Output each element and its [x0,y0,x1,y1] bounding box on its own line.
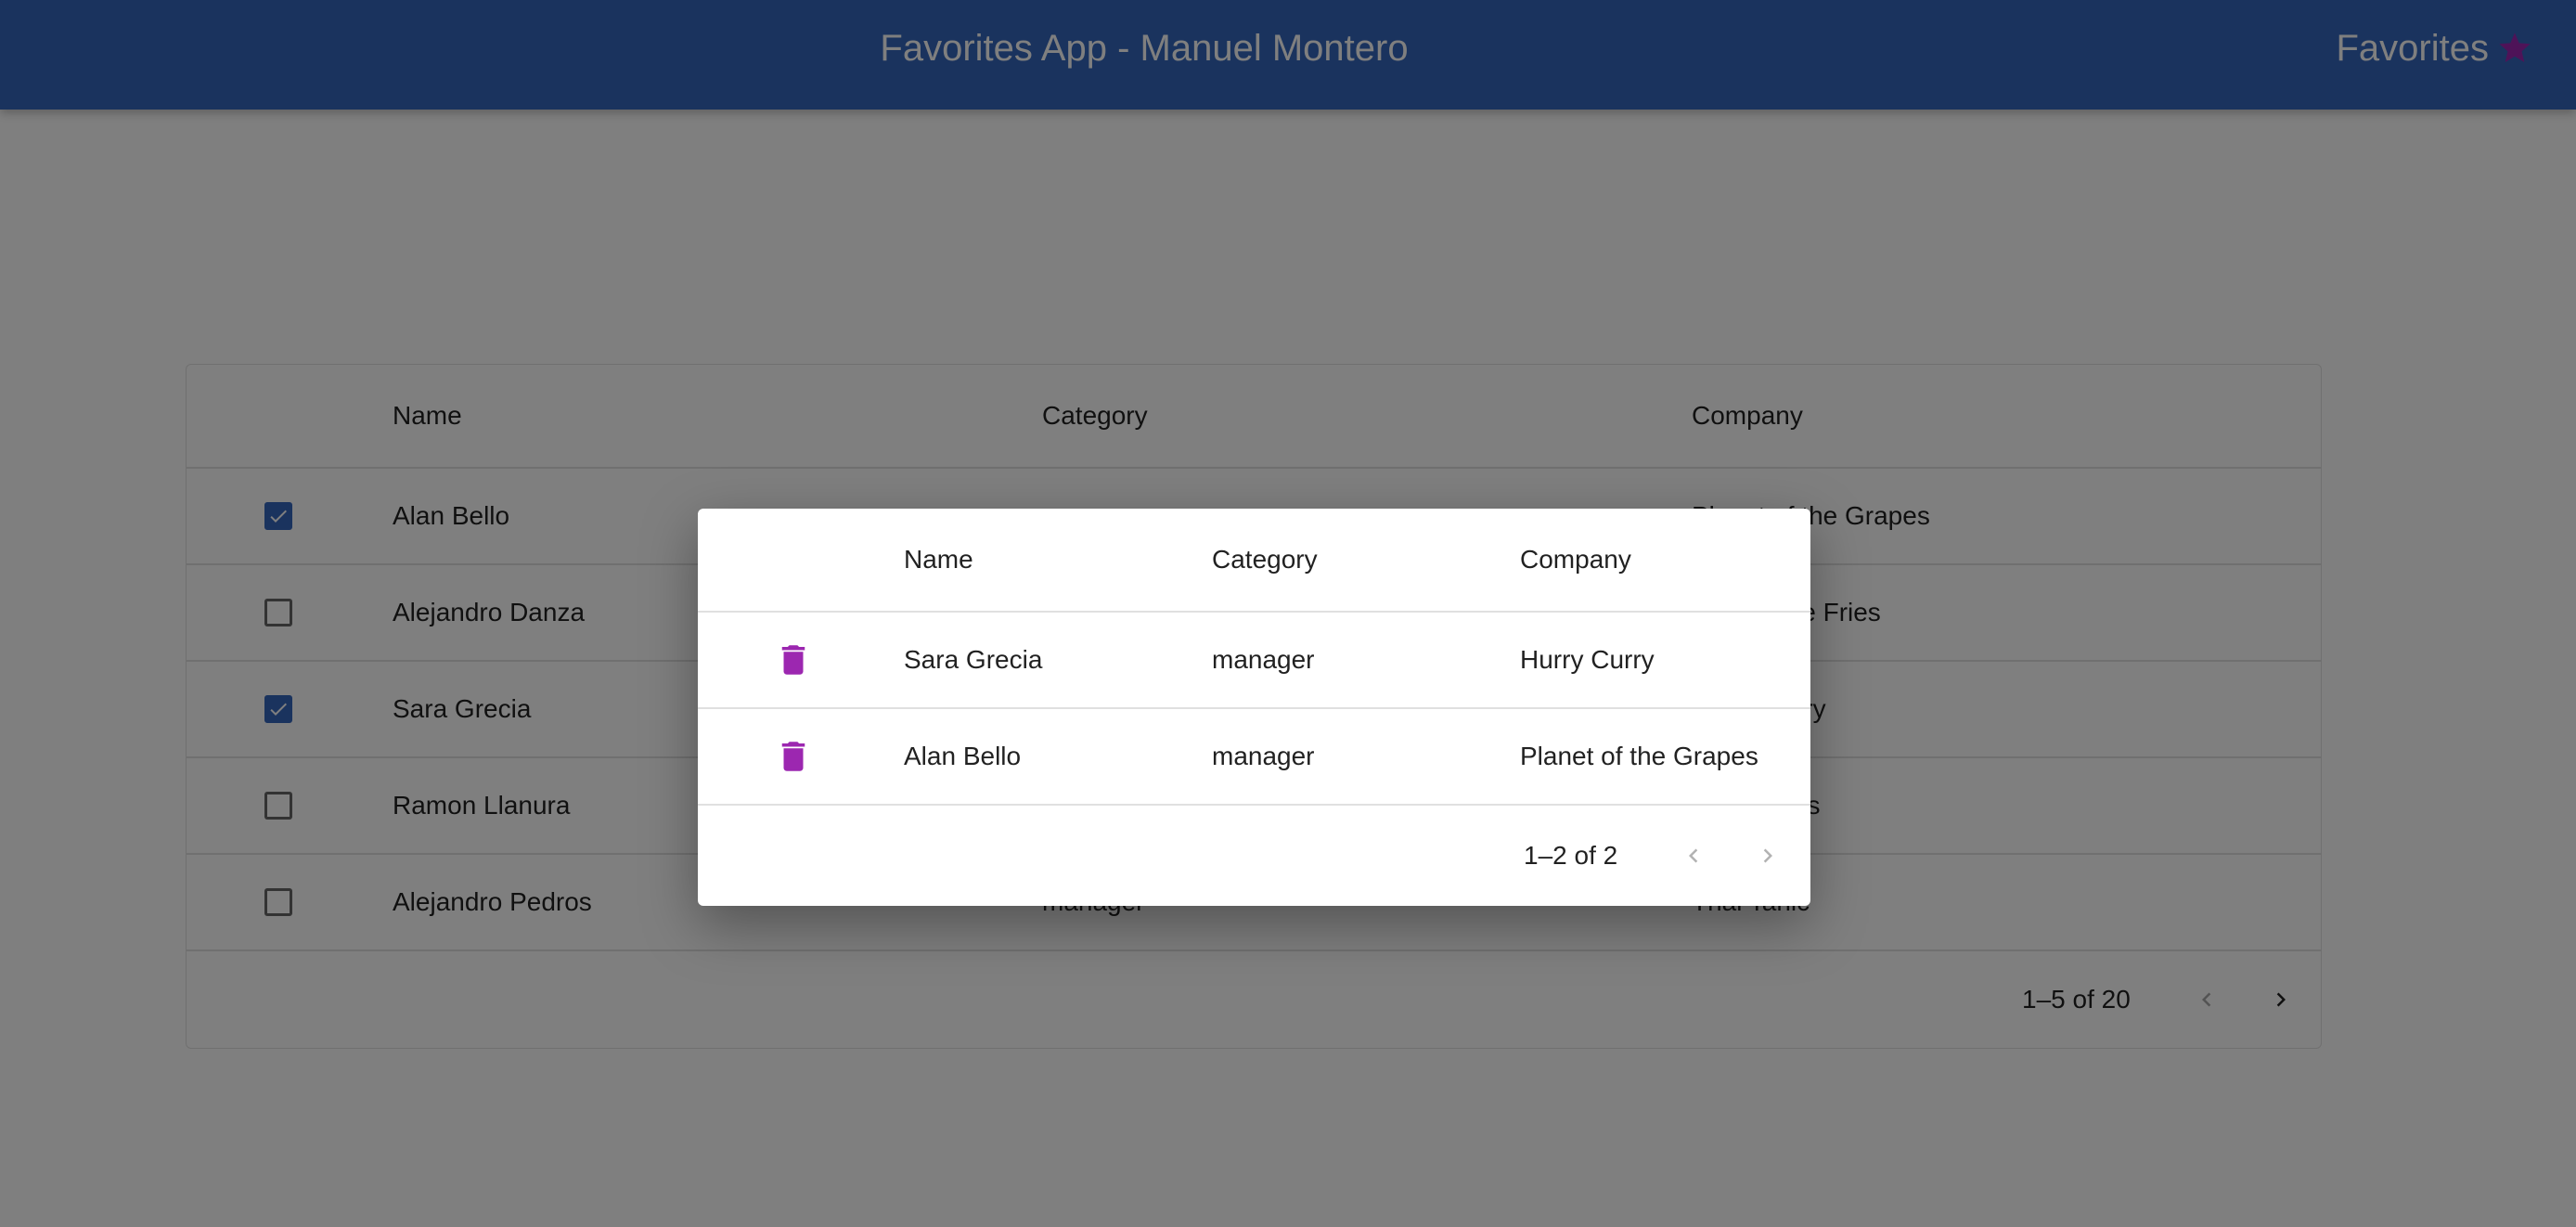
modal-column-header-company: Company [1520,545,1631,574]
trash-icon[interactable] [774,640,813,679]
favorites-modal: Name Category Company Sara Grecia manager… [698,509,1810,906]
modal-cell-name: Sara Grecia [904,645,1043,674]
modal-table-header: Name Category Company [698,509,1810,613]
modal-table-footer: 1–2 of 2 [698,806,1810,906]
modal-column-header-name: Name [904,545,973,574]
modal-next-page-button[interactable] [1745,833,1791,879]
chevron-left-icon [1689,848,1698,863]
modal-cell-company: Planet of the Grapes [1520,742,1758,770]
modal-cell-category: manager [1212,645,1315,674]
trash-icon[interactable] [774,737,813,776]
modal-table-row: Alan Bello manager Planet of the Grapes [698,709,1810,806]
modal-table-row: Sara Grecia manager Hurry Curry [698,613,1810,709]
modal-cell-category: manager [1212,742,1315,770]
modal-column-header-category: Category [1212,545,1318,574]
chevron-right-icon [1763,848,1772,863]
modal-pagination-label: 1–2 of 2 [1524,841,1618,870]
modal-cell-name: Alan Bello [904,742,1022,770]
modal-cell-company: Hurry Curry [1520,645,1655,674]
modal-previous-page-button[interactable] [1670,833,1717,879]
